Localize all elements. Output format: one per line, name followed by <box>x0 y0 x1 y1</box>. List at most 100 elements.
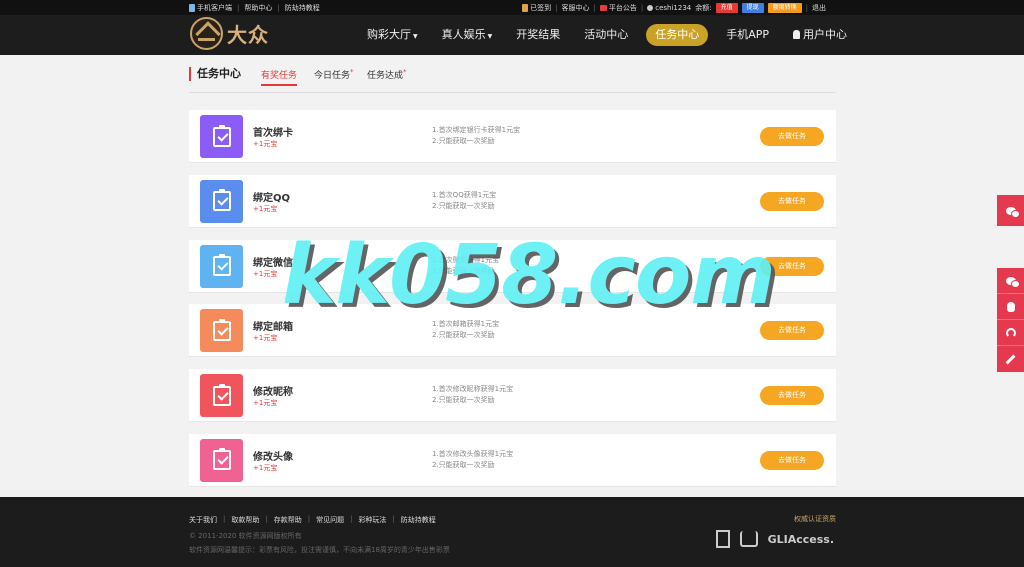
phone-icon <box>189 3 195 12</box>
task-row: 绑定QQ +1元宝 1.首次QQ获得1元宝 2.只能获取一次奖励 去做任务 <box>189 174 836 228</box>
balance-label: 余额: <box>695 3 712 12</box>
task-name: 绑定QQ <box>253 192 291 204</box>
task-clipboard-icon <box>200 438 243 482</box>
footer-link-faq[interactable]: 常见问题 <box>316 515 344 525</box>
anti-hijack-link[interactable]: 防劫持教程 <box>285 3 320 13</box>
wechat-icon <box>1005 276 1020 288</box>
crest-icon <box>739 531 758 547</box>
task-name: 修改头像 <box>253 451 293 463</box>
logo-text: 大众 <box>227 23 269 47</box>
tab-rewarded-tasks[interactable]: 有奖任务 <box>261 68 298 86</box>
divider: | <box>265 515 268 523</box>
announcement-link[interactable]: 平台公告 <box>599 3 637 13</box>
divider: | <box>392 515 395 523</box>
nav-item-task-center[interactable]: 任务中心 <box>646 24 709 46</box>
task-description: 1.首次修改昵称获得1元宝 2.只能获取一次奖励 <box>432 385 514 405</box>
user-icon <box>793 30 801 39</box>
headset-icon <box>1005 327 1016 338</box>
footer: 关于我们 | 取款帮助 | 存款帮助 | 常见问题 | 彩种玩法 | 防劫持教程 © 20… <box>0 497 1024 567</box>
clipboard-check-icon <box>212 124 231 147</box>
clipboard-check-icon <box>212 383 231 406</box>
nav-item-live-casino[interactable]: 真人娱乐 ▼ <box>430 24 505 46</box>
logout-link[interactable]: 退出 <box>812 3 826 13</box>
do-task-button[interactable]: 去做任务 <box>760 321 824 341</box>
task-name: 首次绑卡 <box>253 128 293 139</box>
footer-link-deposit-help[interactable]: 存款帮助 <box>274 515 302 525</box>
nav-item-user-center[interactable]: 用户中心 <box>781 24 859 46</box>
deposit-button[interactable]: 充值 <box>715 2 738 13</box>
nav-item-lottery-hall[interactable]: 购彩大厅 ▼ <box>355 24 430 46</box>
divider: | <box>237 3 240 12</box>
do-task-button[interactable]: 去做任务 <box>760 450 824 470</box>
top-bar-left: 手机客户端 | 帮助中心 | 防劫持教程 <box>189 0 320 15</box>
nav-item-mobile-app[interactable]: 手机APP <box>714 24 781 46</box>
float-qq-item[interactable] <box>997 294 1024 320</box>
footer-link-anti-hijack[interactable]: 防劫持教程 <box>401 515 436 525</box>
help-center-link[interactable]: 帮助中心 <box>244 3 272 13</box>
task-description: 1.首次修改头像获得1元宝 2.只能获取一次奖励 <box>432 449 514 469</box>
caret-down-icon: ▼ <box>413 33 418 40</box>
task-clipboard-icon <box>200 374 243 418</box>
task-description: 1.首次QQ获得1元宝 2.只能获取一次奖励 <box>432 190 497 210</box>
task-clipboard-icon <box>200 115 243 158</box>
task-clipboard-icon <box>200 179 243 223</box>
nav-item-draw-results[interactable]: 开奖结果 <box>504 24 572 46</box>
certification-seal-icon <box>715 530 730 548</box>
checked-in-link[interactable]: 已签到 <box>522 3 551 13</box>
page-title: 任务中心 <box>189 67 241 81</box>
footer-link-withdraw-help[interactable]: 取款帮助 <box>231 515 259 525</box>
float-service-item[interactable] <box>997 320 1024 346</box>
watermark-text: kk058.com <box>282 228 776 323</box>
nav-item-activity-center[interactable]: 活动中心 <box>572 24 640 46</box>
tab-today-tasks[interactable]: 今日任务* <box>314 68 354 86</box>
float-feedback-item[interactable] <box>997 346 1024 372</box>
clipboard-check-icon <box>212 448 231 471</box>
float-wechat-item[interactable] <box>997 268 1024 294</box>
mobile-client-link[interactable]: 手机客户端 <box>189 3 232 13</box>
divider: | <box>307 515 311 523</box>
task-reward: +1元宝 <box>253 334 278 343</box>
divider: | <box>555 3 558 12</box>
username[interactable]: ceshi1234 <box>647 4 691 12</box>
divider: | <box>350 515 353 523</box>
task-description: 1.首次绑定银行卡获得1元宝 2.只能获取一次奖励 <box>432 126 521 145</box>
do-task-button[interactable]: 去做任务 <box>760 127 824 146</box>
top-bar-right: 已签到 | 客服中心 | 平台公告 | ceshi1234 余额: 充值 提现 … <box>522 0 826 15</box>
clipboard-check-icon <box>212 189 231 212</box>
service-center-link[interactable]: 客服中心 <box>562 3 590 13</box>
do-task-button[interactable]: 去做任务 <box>760 386 824 406</box>
logo[interactable]: 大众 <box>190 17 269 50</box>
gambling-notice: 软件资源网温馨提示：彩票有风险，投注需谨慎，不向未满18周岁的青少年出售彩票 <box>189 546 450 554</box>
fund-transfer-button[interactable]: 额度转换 <box>767 2 802 13</box>
task-clipboard-icon <box>200 244 243 288</box>
caret-down-icon: ▼ <box>487 33 493 40</box>
certification-badges: GLIAccess. <box>715 530 834 548</box>
divider: | <box>223 515 226 523</box>
float-wechat-button[interactable] <box>997 195 1024 226</box>
flag-icon <box>599 4 607 11</box>
footer-links: 关于我们 | 取款帮助 | 存款帮助 | 常见问题 | 彩种玩法 | 防劫持教程 <box>189 515 436 525</box>
gli-access-logo: GLIAccess. <box>767 532 834 546</box>
qq-icon <box>1006 301 1015 312</box>
task-tabs-bar: 任务中心 有奖任务 今日任务* 任务达成* <box>189 65 836 93</box>
clipboard-check-icon <box>212 318 231 341</box>
top-bar: 手机客户端 | 帮助中心 | 防劫持教程 已签到 | 客服中心 | 平台公告 |… <box>0 0 1024 15</box>
task-reward: +1元宝 <box>253 463 278 472</box>
do-task-button[interactable]: 去做任务 <box>760 191 824 211</box>
tab-completed-tasks[interactable]: 任务达成* <box>367 68 407 86</box>
task-reward: +1元宝 <box>253 204 278 213</box>
task-reward: +1元宝 <box>253 399 278 408</box>
divider: | <box>277 3 280 12</box>
task-reward: +1元宝 <box>253 269 278 278</box>
divider: | <box>640 3 644 12</box>
footer-link-about[interactable]: 关于我们 <box>189 515 217 525</box>
float-sidebar <box>997 268 1024 372</box>
nav-menu: 购彩大厅 ▼ 真人娱乐 ▼ 开奖结果 活动中心 任务中心 手机APP 用户中心 <box>355 23 859 47</box>
pen-icon <box>1005 354 1016 364</box>
task-row: 修改头像 +1元宝 1.首次修改头像获得1元宝 2.只能获取一次奖励 去做任务 <box>189 433 836 487</box>
withdraw-button[interactable]: 提现 <box>741 2 764 13</box>
task-reward: +1元宝 <box>253 140 278 148</box>
footer-link-game-rules[interactable]: 彩种玩法 <box>358 515 386 525</box>
divider: | <box>805 3 808 12</box>
task-clipboard-icon <box>200 309 243 353</box>
